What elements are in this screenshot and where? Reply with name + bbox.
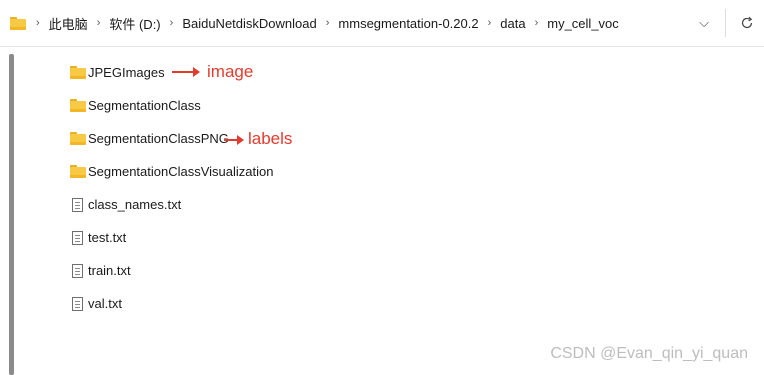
folder-icon (70, 66, 86, 79)
list-item-test-txt[interactable]: test.txt (70, 221, 126, 254)
annotation-labels: labels (248, 129, 293, 148)
list-item-segmentationclassvisualization[interactable]: SegmentationClassVisualization (70, 155, 273, 188)
list-item-train-txt[interactable]: train.txt (70, 254, 131, 287)
list-item-segmentationclass[interactable]: SegmentationClass (70, 89, 201, 122)
file-name: SegmentationClass (88, 98, 201, 113)
chevron-right-icon: › (36, 17, 40, 29)
list-item-val-txt[interactable]: val.txt (70, 287, 122, 320)
file-name: JPEGImages (88, 65, 165, 80)
list-item-segmentationclasspng[interactable]: SegmentationClassPNG (70, 122, 229, 155)
breadcrumb-data[interactable]: data (495, 16, 530, 31)
text-file-icon (72, 197, 83, 212)
chevron-down-icon[interactable]: ⌵ (687, 15, 721, 31)
chevron-right-icon: › (169, 17, 174, 29)
breadcrumb-this-pc[interactable]: 此电脑 (44, 14, 93, 33)
folder-icon (10, 16, 26, 30)
breadcrumb-mmsegmentation[interactable]: mmsegmentation-0.20.2 (333, 16, 483, 31)
arrow-icon (172, 67, 200, 77)
breadcrumb-drive-d[interactable]: 软件 (D:) (104, 14, 165, 33)
breadcrumb: › 此电脑 › 软件 (D:) › BaiduNetdiskDownload ›… (32, 14, 624, 33)
watermark: CSDN @Evan_qin_yi_quan (550, 345, 748, 362)
list-item-class-names-txt[interactable]: class_names.txt (70, 188, 181, 221)
refresh-icon (741, 16, 753, 29)
address-bar[interactable]: › 此电脑 › 软件 (D:) › BaiduNetdiskDownload ›… (0, 0, 764, 47)
file-name: SegmentationClassPNG (88, 131, 229, 146)
file-name: SegmentationClassVisualization (88, 164, 274, 179)
arrow-icon (224, 135, 244, 145)
folder-icon (70, 99, 86, 112)
refresh-button[interactable] (730, 16, 764, 30)
file-name: val.txt (88, 296, 122, 311)
file-name: test.txt (88, 230, 127, 245)
chevron-right-icon: › (325, 17, 330, 29)
divider (725, 9, 726, 37)
chevron-right-icon: › (96, 17, 101, 29)
folder-icon (70, 165, 86, 178)
text-file-icon (72, 230, 83, 245)
annotation-image: image (207, 62, 254, 81)
list-item-jpegimages[interactable]: JPEGImages (70, 56, 165, 89)
folder-icon (70, 132, 86, 145)
chevron-right-icon: › (487, 17, 492, 29)
breadcrumb-baidunetdiskdownload[interactable]: BaiduNetdiskDownload (177, 16, 321, 31)
chevron-right-icon: › (534, 17, 539, 29)
breadcrumb-my-cell-voc[interactable]: my_cell_voc (542, 16, 624, 31)
text-file-icon (72, 296, 83, 311)
navigation-pane-scrollbar[interactable] (9, 54, 14, 375)
file-name: train.txt (88, 263, 131, 278)
text-file-icon (72, 263, 83, 278)
file-name: class_names.txt (88, 197, 182, 212)
